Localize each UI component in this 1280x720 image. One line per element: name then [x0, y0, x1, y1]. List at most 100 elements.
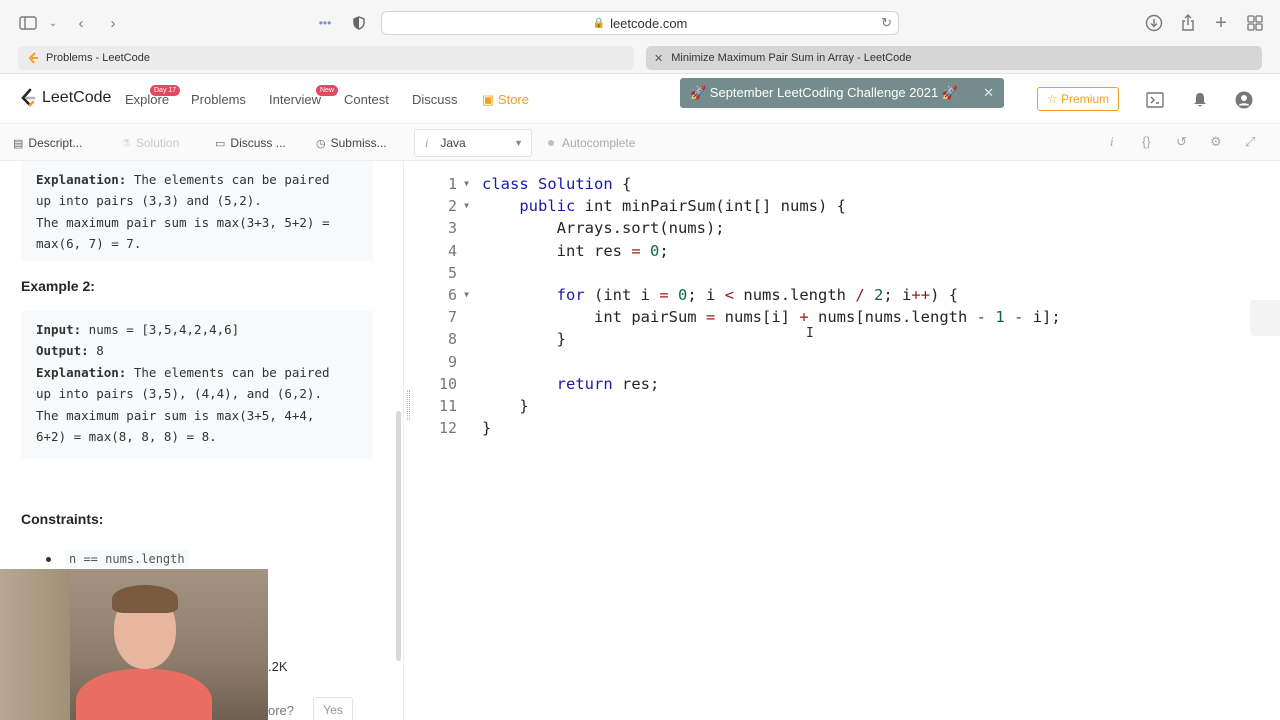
info-icon[interactable]: i: [1110, 134, 1114, 150]
tab-label: Solution: [135, 136, 180, 150]
document-icon: ▤: [13, 137, 24, 150]
code-line: int pairSum = nums[i] + nums[nums.length…: [593, 308, 1061, 327]
panel-resize-handle[interactable]: [407, 390, 410, 420]
code-line: Arrays.sort(nums);: [482, 219, 725, 238]
interview-badge: New: [316, 85, 339, 96]
code-line: int res = 0;: [556, 241, 669, 260]
logo-text: LeetCode: [42, 89, 112, 106]
example2-line: Input: nums = [3,5,4,2,4,6]: [36, 322, 240, 337]
bell-icon[interactable]: [1190, 90, 1210, 110]
braces-icon[interactable]: {}: [1142, 134, 1151, 149]
code-text[interactable]: class Solution { public int minPairSum(i…: [482, 173, 1262, 439]
example1-block: Explanation: The elements can be paired …: [21, 161, 373, 261]
premium-button[interactable]: ☆ Premium: [1037, 87, 1119, 111]
code-line: return res;: [556, 374, 660, 393]
line-number: 8: [447, 330, 457, 349]
tab-label: Descript...: [28, 136, 83, 150]
line-number: 5: [447, 263, 457, 282]
close-icon[interactable]: ✕: [654, 52, 663, 65]
text-cursor-icon: I: [806, 326, 814, 341]
address-bar[interactable]: 🔒 leetcode.com ↻: [381, 11, 899, 35]
leetcode-logo[interactable]: LeetCode: [20, 88, 111, 108]
constraints-title: Constraints:: [21, 511, 104, 527]
code-line: }: [482, 330, 566, 349]
tab-solution[interactable]: ⚗ Solution: [121, 136, 179, 150]
example2-line: up into pairs (3,5), (4,4), and (6,2).: [36, 386, 322, 402]
reset-icon[interactable]: ↺: [1176, 134, 1187, 150]
fold-icon[interactable]: ▼: [464, 195, 469, 217]
tab-discuss[interactable]: ▭ Discuss ...: [215, 136, 286, 150]
fullscreen-icon[interactable]: ⤢: [1245, 134, 1255, 150]
challenge-text: 🚀 September LeetCoding Challenge 2021 🚀: [690, 85, 958, 100]
webcam-overlay: [0, 569, 268, 720]
code-line: for (int i = 0; i < nums.length / 2; i++…: [556, 285, 959, 304]
language-value: Java: [440, 136, 466, 150]
fold-icon[interactable]: ▼: [464, 173, 469, 195]
tab-label: Submiss...: [330, 136, 387, 150]
example1-line: max(6, 7) = 7.: [36, 236, 142, 252]
background-door: [0, 569, 70, 720]
code-line: class Solution {: [482, 175, 632, 193]
explore-badge: Day 17: [150, 85, 181, 96]
autocomplete-toggle[interactable]: Autocomplete: [548, 136, 635, 150]
tab-problems[interactable]: Problems - LeetCode: [18, 46, 634, 70]
line-number: 7: [447, 308, 457, 327]
nav-contest[interactable]: Contest: [344, 92, 389, 107]
language-select[interactable]: i Java ▼: [414, 129, 532, 157]
clock-icon: ◷: [316, 137, 326, 150]
line-number: 11: [438, 396, 457, 415]
extension-icon[interactable]: •••: [314, 12, 336, 34]
tab-current[interactable]: ✕ Minimize Maximum Pair Sum in Array - L…: [646, 46, 1262, 70]
browser-toolbar: ⌄ ‹ › ••• 🔒 leetcode.com ↻ +: [0, 0, 1280, 46]
info-icon: i: [425, 135, 429, 150]
fold-icon[interactable]: ▼: [464, 284, 469, 306]
presenter-hair: [112, 585, 178, 613]
example1-line: The maximum pair sum is max(3+3, 5+2) =: [36, 214, 330, 230]
feedback-question: ore?: [268, 703, 295, 718]
sidebar-toggle-icon[interactable]: [17, 12, 39, 34]
tab-description[interactable]: ▤ Descript...: [13, 136, 82, 150]
settings-icon[interactable]: ⚙: [1210, 134, 1222, 150]
download-icon[interactable]: [1143, 12, 1165, 34]
forward-icon[interactable]: ›: [102, 12, 124, 34]
comment-icon: ▭: [215, 137, 226, 150]
yes-button[interactable]: Yes: [313, 697, 353, 720]
nav-store[interactable]: ▣ Store: [482, 92, 529, 108]
new-tab-icon[interactable]: +: [1210, 12, 1232, 34]
chevron-down-icon[interactable]: ⌄: [42, 12, 64, 34]
example2-line: Explanation: The elements can be paired: [36, 364, 330, 380]
avatar-icon[interactable]: [1234, 90, 1254, 110]
leetcode-logo-icon: [20, 88, 36, 108]
playground-icon[interactable]: [1145, 90, 1165, 110]
example1-line: up into pairs (3,3) and (5,2).: [36, 193, 262, 209]
close-icon[interactable]: ✕: [983, 85, 994, 101]
tab-submissions[interactable]: ◷ Submiss...: [316, 136, 387, 150]
line-number: 6 ▼: [415, 284, 471, 306]
example2-line: The maximum pair sum is max(3+5, 4+4,: [36, 407, 315, 423]
nav-discuss[interactable]: Discuss: [412, 92, 458, 107]
back-icon[interactable]: ‹: [70, 12, 92, 34]
browser-tabs: Problems - LeetCode ✕ Minimize Maximum P…: [0, 46, 1280, 74]
code-editor[interactable]: 1 ▼ 2 ▼ 3 4 5 6 ▼ 7 8 9 10 11 12 class Solu…: [415, 161, 1280, 720]
shield-icon[interactable]: [348, 12, 370, 34]
autocomplete-label: Autocomplete: [562, 136, 636, 150]
code-line: public int minPairSum(int[] nums) {: [519, 197, 846, 216]
scrollbar[interactable]: [396, 411, 401, 661]
example1-line: Explanation: The elements can be paired: [36, 172, 330, 187]
constraint-code: n == nums.length: [65, 550, 189, 568]
problem-toolbar: ▤ Descript... ⚗ Solution ▭ Discuss ... ◷…: [0, 125, 1280, 161]
side-handle[interactable]: [1250, 300, 1280, 336]
store-icon: ▣: [482, 92, 495, 107]
tab-title: Problems - LeetCode: [46, 52, 150, 64]
nav-problems[interactable]: Problems: [191, 92, 246, 107]
share-icon[interactable]: [1177, 12, 1199, 34]
line-number: 10: [438, 374, 457, 393]
reload-icon[interactable]: ↻: [881, 15, 892, 31]
nav-interview[interactable]: Interview: [269, 92, 321, 107]
challenge-banner[interactable]: 🚀 September LeetCoding Challenge 2021 🚀 …: [680, 78, 1004, 108]
tab-overview-icon[interactable]: [1244, 12, 1266, 34]
url-text: leetcode.com: [610, 15, 688, 31]
line-number: 2 ▼: [415, 195, 471, 217]
